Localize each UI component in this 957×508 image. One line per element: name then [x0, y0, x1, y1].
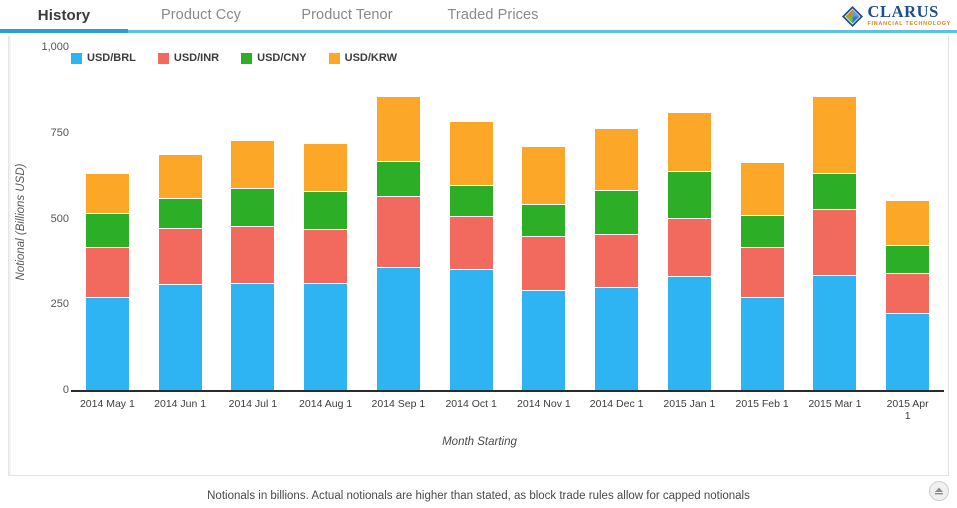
- bar-segment-usd-krw[interactable]: [449, 121, 493, 185]
- bar-segment-usd-inr[interactable]: [304, 230, 348, 283]
- x-axis-tick-label: 2015 Apr 1: [886, 398, 929, 422]
- bar-segment-usd-krw[interactable]: [667, 113, 711, 172]
- tab-product-tenor-label: Product Tenor: [301, 7, 393, 23]
- bar-segment-usd-krw[interactable]: [522, 147, 566, 205]
- bar-segment-usd-krw[interactable]: [740, 163, 784, 216]
- bar-segment-usd-brl[interactable]: [376, 268, 420, 390]
- bar-series-container: [9, 36, 950, 476]
- bar-segment-usd-krw[interactable]: [376, 96, 420, 161]
- bar-segment-usd-brl[interactable]: [158, 285, 202, 390]
- bar-segment-usd-brl[interactable]: [595, 288, 639, 390]
- x-axis-tick-label: 2014 Nov 1: [517, 398, 571, 410]
- bar-group[interactable]: [449, 121, 493, 390]
- bar-segment-usd-inr[interactable]: [376, 197, 420, 267]
- bar-segment-usd-cny[interactable]: [231, 189, 275, 227]
- bar-segment-usd-cny[interactable]: [522, 205, 566, 236]
- bar-segment-usd-inr[interactable]: [158, 229, 202, 285]
- bar-segment-usd-inr[interactable]: [449, 216, 493, 269]
- bar-segment-usd-cny[interactable]: [449, 186, 493, 216]
- nav-underline: [0, 30, 957, 33]
- bar-group[interactable]: [813, 96, 857, 390]
- bar-group[interactable]: [595, 128, 639, 390]
- bar-segment-usd-inr[interactable]: [740, 248, 784, 298]
- tab-list: History Product Ccy Product Tenor Traded…: [0, 0, 566, 30]
- scroll-to-top-icon[interactable]: [929, 481, 949, 501]
- bar-segment-usd-krw[interactable]: [85, 174, 129, 214]
- x-axis-title: Month Starting: [442, 436, 517, 448]
- bar-segment-usd-krw[interactable]: [304, 144, 348, 192]
- clarus-diamond-icon: [841, 5, 863, 27]
- bar-segment-usd-brl[interactable]: [886, 314, 930, 390]
- x-axis-tick-label: 2015 Feb 1: [735, 398, 789, 410]
- bar-segment-usd-krw[interactable]: [886, 201, 930, 245]
- x-axis-tick-label: 2015 Mar 1: [808, 398, 862, 410]
- tab-history[interactable]: History: [0, 0, 128, 30]
- tab-product-tenor[interactable]: Product Tenor: [274, 0, 420, 30]
- x-axis-tick-label: 2014 May 1: [79, 398, 135, 410]
- bar-segment-usd-brl[interactable]: [85, 298, 129, 390]
- bar-segment-usd-inr[interactable]: [813, 210, 857, 276]
- bar-group[interactable]: [158, 154, 202, 390]
- up-arrow-glyph: [935, 487, 943, 495]
- bar-group[interactable]: [522, 146, 566, 390]
- bar-group[interactable]: [667, 112, 711, 390]
- bar-segment-usd-cny[interactable]: [740, 216, 784, 247]
- bar-segment-usd-cny[interactable]: [304, 192, 348, 230]
- brand-name: CLARUS: [867, 2, 939, 22]
- bar-group[interactable]: [304, 143, 348, 390]
- x-axis-tick-label: 2014 Sep 1: [371, 398, 426, 410]
- bar-segment-usd-brl[interactable]: [304, 284, 348, 390]
- bar-segment-usd-brl[interactable]: [231, 284, 275, 390]
- bar-group[interactable]: [376, 96, 420, 390]
- brand-tagline: FINANCIAL TECHNOLOGY: [867, 21, 951, 28]
- bar-segment-usd-krw[interactable]: [231, 141, 275, 188]
- x-axis-tick-label: 2014 Jul 1: [228, 398, 278, 410]
- bar-group[interactable]: [886, 200, 930, 390]
- bar-segment-usd-brl[interactable]: [813, 276, 857, 390]
- x-axis-tick-label: 2014 Dec 1: [589, 398, 644, 410]
- top-navigation-bar: History Product Ccy Product Tenor Traded…: [0, 0, 957, 33]
- bar-segment-usd-brl[interactable]: [667, 277, 711, 390]
- bar-segment-usd-cny[interactable]: [158, 199, 202, 229]
- bar-group[interactable]: [85, 173, 129, 390]
- tab-product-ccy-label: Product Ccy: [160, 7, 242, 23]
- bar-segment-usd-cny[interactable]: [376, 162, 420, 196]
- tab-traded-prices-label: Traded Prices: [447, 7, 539, 23]
- bar-group[interactable]: [231, 140, 275, 390]
- x-axis-tick-label: 2014 Oct 1: [445, 398, 497, 410]
- bar-segment-usd-cny[interactable]: [595, 191, 639, 234]
- bar-segment-usd-brl[interactable]: [522, 291, 566, 390]
- bar-segment-usd-inr[interactable]: [231, 227, 275, 283]
- chart-panel: 0 250 500 750 1,000 Notional (Billions USD) …: [8, 36, 949, 476]
- dashboard-root: History Product Ccy Product Tenor Traded…: [0, 0, 957, 508]
- bar-segment-usd-inr[interactable]: [85, 248, 129, 298]
- bar-segment-usd-inr[interactable]: [667, 219, 711, 277]
- brand-logo[interactable]: CLARUS FINANCIAL TECHNOLOGY: [840, 3, 951, 29]
- stacked-bar-chart: 0 250 500 750 1,000 Notional (Billions USD) …: [9, 36, 950, 476]
- x-axis-tick-label: 2014 Aug 1: [299, 398, 353, 410]
- bar-segment-usd-inr[interactable]: [886, 274, 930, 314]
- nav-active-indicator: [0, 29, 128, 33]
- bar-segment-usd-krw[interactable]: [813, 97, 857, 174]
- bar-segment-usd-cny[interactable]: [886, 246, 930, 274]
- bar-segment-usd-cny[interactable]: [813, 174, 857, 210]
- bar-segment-usd-inr[interactable]: [595, 235, 639, 288]
- tab-traded-prices[interactable]: Traded Prices: [420, 0, 566, 30]
- chart-footnote: Notionals in billions. Actual notionals …: [207, 490, 750, 502]
- bar-segment-usd-krw[interactable]: [595, 129, 639, 191]
- bar-segment-usd-krw[interactable]: [158, 155, 202, 198]
- x-axis-tick-label: 2015 Jan 1: [663, 398, 716, 410]
- tab-product-ccy[interactable]: Product Ccy: [128, 0, 274, 30]
- x-axis-tick-label: 2014 Jun 1: [154, 398, 207, 410]
- bar-group[interactable]: [740, 162, 784, 390]
- x-axis-line: [71, 390, 944, 392]
- bar-segment-usd-cny[interactable]: [667, 172, 711, 219]
- bar-segment-usd-brl[interactable]: [740, 298, 784, 390]
- bar-segment-usd-inr[interactable]: [522, 237, 566, 290]
- tab-history-label: History: [37, 6, 91, 24]
- brand-wordmark: CLARUS FINANCIAL TECHNOLOGY: [868, 4, 951, 27]
- bar-segment-usd-cny[interactable]: [85, 214, 129, 247]
- bar-segment-usd-brl[interactable]: [449, 270, 493, 390]
